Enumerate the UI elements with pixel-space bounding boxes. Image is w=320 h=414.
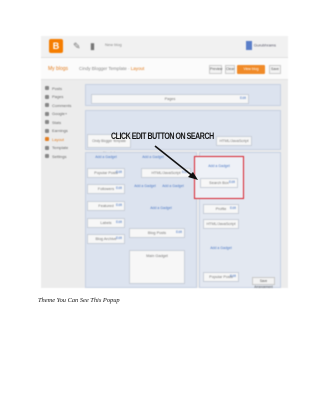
profile-gadget[interactable]: Profile Edit (203, 204, 239, 214)
add-gadget-link-3[interactable]: Add a Gadget (133, 184, 157, 188)
popular-posts-gadget[interactable]: Popular Posts Edit (87, 168, 125, 178)
clear-button[interactable]: Clear (225, 65, 235, 74)
gadget-title: Blog Archive (95, 237, 117, 241)
nav-label: Comments (52, 102, 72, 108)
nav-label: Earnings (52, 128, 68, 134)
html-gadget-top[interactable]: HTML/JavaScript (216, 136, 252, 146)
pages-gadget[interactable]: Pages Edit (91, 94, 249, 104)
screenshot-image: B ✎ ▮ New blog Gurubhrams My blogs Cindy… (41, 36, 288, 288)
featured-gadget[interactable]: Featured Edit (87, 201, 125, 211)
edit-link[interactable]: Edit (230, 272, 236, 280)
edit-link[interactable]: Edit (240, 94, 246, 102)
account-area[interactable]: Gurubhrams (245, 41, 276, 50)
view-blog-button[interactable]: View blog (237, 65, 265, 74)
nav-item-layout[interactable]: Layout (45, 135, 83, 144)
posts-icon (45, 86, 49, 91)
blog-name[interactable]: Cindy Blogger Template (79, 66, 127, 71)
add-gadget-link-2[interactable]: Add a Gadget (136, 155, 170, 159)
gadget-title: Profile (215, 207, 227, 211)
nav-item-settings[interactable]: Settings (45, 152, 83, 161)
layout-icon (45, 137, 49, 142)
account-icon (245, 41, 252, 50)
pages-icon (45, 94, 49, 99)
account-name: Gurubhrams (253, 42, 276, 48)
nav-item-google-plus[interactable]: Google+ (45, 110, 83, 119)
google-plus-icon (45, 111, 49, 116)
highlighted-sidebar-gadget: Add a Gadget Search Box Edit (194, 156, 244, 199)
my-blogs-link[interactable]: My blogs (48, 66, 68, 72)
edit-link[interactable]: Edit (182, 168, 188, 176)
add-gadget-link-6[interactable]: Add a Gadget (203, 246, 239, 250)
new-blog-link[interactable]: New blog (105, 42, 122, 47)
nav-item-template[interactable]: Template (45, 144, 83, 153)
add-gadget-link-4[interactable]: Add a Gadget (161, 184, 185, 188)
gadget-title: HTML/JavaScript (151, 171, 181, 175)
gadget-title: Popular Posts (94, 171, 118, 175)
nav-item-stats[interactable]: Stats (45, 118, 83, 127)
template-icon (45, 145, 49, 150)
nav-label: Template (52, 145, 69, 151)
nav-label: Posts (52, 85, 63, 91)
page-icon[interactable]: ▮ (90, 41, 95, 51)
edit-link[interactable]: Edit (116, 184, 122, 192)
edit-link[interactable]: Edit (116, 218, 122, 226)
save-arrangement-button[interactable]: Save Arrangement (252, 277, 275, 288)
current-section: Layout (130, 66, 145, 71)
html-gadget-mid[interactable]: HTML/JavaScript Edit (141, 168, 191, 178)
breadcrumb-separator: · (127, 66, 130, 71)
search-box-edit-link[interactable]: Edit (229, 178, 235, 186)
labels-gadget[interactable]: Labels Edit (87, 218, 125, 228)
gadget-title: Search Box (209, 181, 229, 185)
blog-archive-gadget[interactable]: Blog Archive Edit (87, 234, 125, 244)
preview-button[interactable]: Preview (209, 65, 222, 74)
search-box-gadget[interactable]: Search Box Edit (200, 178, 238, 188)
edit-link[interactable]: Edit (230, 204, 236, 212)
instruction-callout: CLICK EDIT BUTTON ON SEARCH (111, 131, 214, 142)
gadget-title: Pages (164, 97, 176, 101)
popular-posts-bottom-gadget[interactable]: Popular Posts Edit (203, 272, 239, 282)
followers-gadget[interactable]: Followers Edit (87, 184, 125, 194)
blog-title-bar: My blogs Cindy Blogger Template · Layout… (41, 58, 288, 80)
comments-icon (45, 103, 49, 108)
nav-item-comments[interactable]: Comments (45, 101, 83, 110)
earnings-icon (45, 128, 49, 133)
gadget-title: Labels (100, 221, 112, 225)
caption-text: Theme You Can See This Popup (38, 297, 120, 304)
add-gadget-link-sidebar[interactable]: Add a Gadget (195, 164, 243, 168)
save-button[interactable]: Save (269, 65, 281, 74)
left-navigation: Posts Pages Comments Google+ Stats Earni… (45, 84, 83, 161)
add-gadget-link-1[interactable]: Add a Gadget (89, 155, 123, 159)
edit-link[interactable]: Edit (116, 234, 122, 242)
edit-link[interactable]: Edit (116, 168, 122, 176)
main-gadget[interactable]: Main Gadget (129, 250, 185, 284)
nav-item-pages[interactable]: Pages (45, 93, 83, 102)
nav-label: Pages (52, 94, 64, 100)
edit-link[interactable]: Edit (116, 201, 122, 209)
nav-item-posts[interactable]: Posts (45, 84, 83, 93)
gadget-title: HTML/JavaScript (206, 222, 236, 226)
breadcrumb: Cindy Blogger Template · Layout (79, 66, 144, 71)
gadget-title: Main Gadget (146, 254, 168, 258)
edit-link[interactable]: Edit (176, 228, 182, 236)
nav-item-earnings[interactable]: Earnings (45, 127, 83, 136)
nav-label: Settings (52, 153, 67, 159)
gadget-title: Blog Posts (147, 231, 167, 235)
gadget-title: Followers (97, 187, 115, 191)
blogger-top-bar: B ✎ ▮ New blog Gurubhrams (41, 36, 288, 58)
settings-icon (45, 154, 49, 159)
blogger-logo[interactable]: B (49, 39, 63, 53)
gadget-title: Featured (98, 204, 114, 208)
nav-label: Google+ (52, 111, 68, 117)
nav-label: Stats (52, 119, 62, 125)
add-gadget-link-5[interactable]: Add a Gadget (141, 206, 181, 210)
stats-icon (45, 120, 49, 125)
blog-posts-gadget[interactable]: Blog Posts Edit (129, 228, 185, 238)
pencil-icon[interactable]: ✎ (73, 41, 81, 51)
gadget-title: HTML/JavaScript (219, 139, 249, 143)
nav-label: Layout (52, 136, 65, 142)
html-gadget-sidebar[interactable]: HTML/JavaScript (203, 219, 239, 229)
